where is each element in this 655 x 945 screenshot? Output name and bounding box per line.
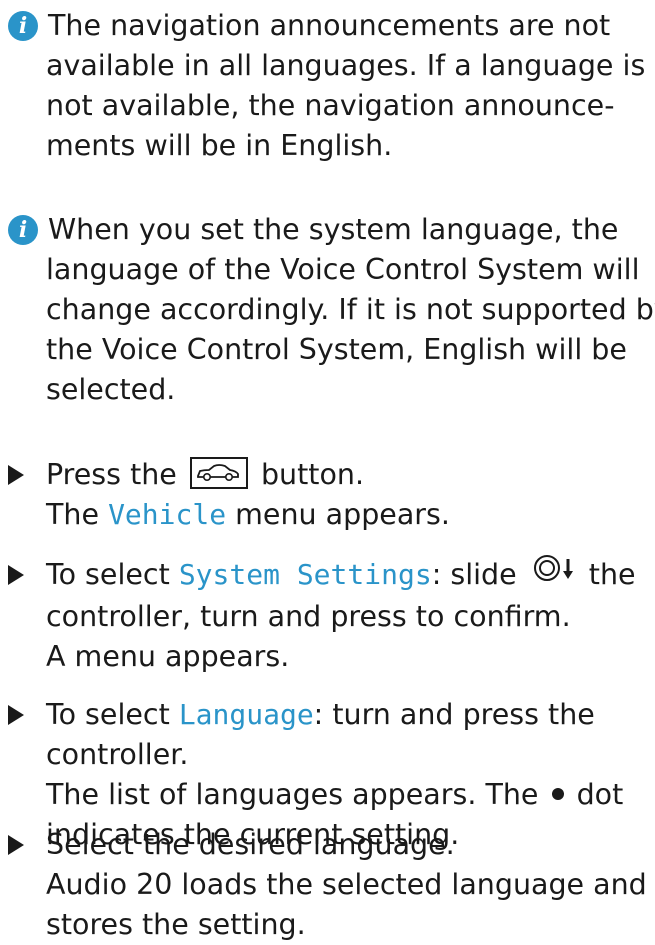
step-arrow-icon: [8, 465, 24, 485]
manual-page: i The navigation announcements are not a…: [0, 0, 655, 941]
step-text: To select Language: turn and press the: [46, 695, 595, 735]
step-text: Select the desired language.: [46, 828, 455, 861]
dot-icon: [551, 788, 564, 800]
step-text: To select System Settings: slide the: [46, 553, 636, 597]
info-text: language of the Voice Control System wil…: [46, 253, 640, 286]
info-note-navigation: i The navigation announcements are not a…: [0, 6, 655, 166]
step-text-pre: Press the: [46, 458, 177, 491]
step-text-post: button.: [260, 458, 365, 491]
menu-name-vehicle: Vehicle: [108, 498, 227, 531]
step-text-pre: To select: [46, 558, 170, 591]
info-text: available in all languages. If a languag…: [46, 49, 646, 82]
step-text-post: : turn and press the: [313, 698, 595, 731]
info-text: change accordingly. If it is not support…: [46, 293, 655, 326]
result-text-post: menu appears.: [235, 498, 450, 531]
result-text-pre: The: [46, 498, 100, 531]
info-note-voice-control: i When you set the system language, the …: [0, 210, 655, 410]
step-line: To select System Settings: slide the: [0, 553, 655, 597]
result-text-pre: The list of languages appears. The: [46, 778, 539, 811]
step-press-vehicle-button: Press the button. The Vehicle menu appea…: [0, 455, 655, 535]
step-result: A menu appears.: [46, 639, 290, 673]
info-note-line: i When you set the system language, the: [0, 210, 655, 250]
step-text: controller.: [46, 738, 189, 771]
info-text: ments will be in English.: [46, 129, 393, 162]
step-result: Audio 20 loads the selected language and: [46, 868, 647, 901]
info-icon: i: [8, 11, 38, 41]
step-line: Press the button.: [0, 455, 655, 495]
step-arrow-icon: [8, 835, 24, 855]
info-icon: i: [8, 215, 38, 245]
step-select-desired-language: Select the desired language. Audio 20 lo…: [0, 825, 655, 945]
info-text: selected.: [46, 373, 176, 406]
step-text: controller, turn and press to confirm.: [46, 599, 571, 633]
vehicle-button-icon: [189, 457, 248, 489]
step-result: The list of languages appears. The dot: [0, 775, 655, 815]
step-result: The Vehicle menu appears.: [0, 495, 655, 535]
step-arrow-icon: [8, 565, 24, 585]
step-result: stores the setting.: [46, 908, 306, 941]
step-select-system-settings: To select System Settings: slide the con…: [0, 553, 655, 677]
step-text-post: the: [588, 558, 636, 591]
info-text: the Voice Control System, English will b…: [46, 333, 627, 366]
step-arrow-icon: [8, 705, 24, 725]
info-text: not available, the navigation announce-: [46, 89, 615, 122]
step-text-mid: : slide: [431, 558, 517, 591]
controller-slide-down-icon: [532, 553, 576, 594]
menu-name-system-settings: System Settings: [178, 558, 432, 591]
step-line: To select Language: turn and press the: [0, 695, 655, 735]
step-line: Select the desired language.: [0, 825, 655, 865]
info-note-line: i The navigation announcements are not: [0, 6, 655, 46]
step-text-pre: To select: [46, 698, 170, 731]
info-text: When you set the system language, the: [48, 213, 619, 246]
result-text-post: dot: [576, 778, 624, 811]
info-text: The navigation announcements are not: [48, 9, 611, 42]
step-text: Press the button.: [46, 455, 364, 495]
menu-name-language: Language: [178, 698, 314, 731]
